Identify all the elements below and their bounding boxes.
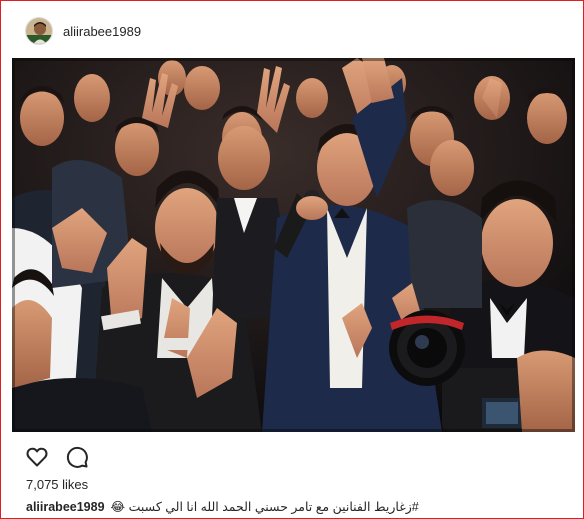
post-header: aliirabee1989 — [25, 17, 141, 45]
caption-username[interactable]: aliirabee1989 — [26, 500, 105, 514]
post-frame: aliirabee1989 7,075 likes aliirabee1989 … — [0, 0, 584, 519]
post-actions — [25, 445, 105, 469]
comment-bubble-icon — [66, 446, 88, 468]
post-caption: aliirabee1989 #زغاريط الفنانين مع تامر حس… — [26, 499, 419, 514]
post-username[interactable]: aliirabee1989 — [63, 24, 141, 39]
heart-icon — [26, 447, 48, 467]
post-photo[interactable] — [12, 58, 575, 432]
avatar[interactable] — [25, 17, 53, 45]
avatar-photo-icon — [26, 18, 52, 44]
wedding-celebration-photo — [12, 58, 575, 432]
comment-button[interactable] — [65, 445, 89, 469]
likes-count[interactable]: 7,075 likes — [26, 477, 88, 492]
like-button[interactable] — [25, 445, 49, 469]
caption-text: #زغاريط الفنانين مع تامر حسني الحمد الله… — [110, 500, 419, 514]
